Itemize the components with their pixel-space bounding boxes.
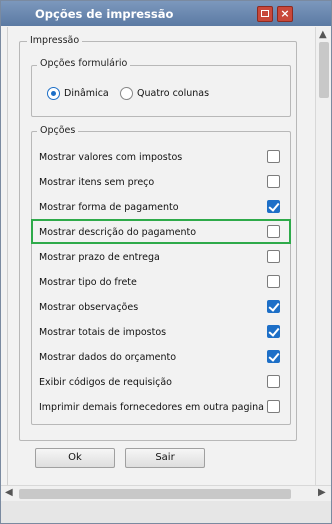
- radio-quatro-colunas-label: Quatro colunas: [137, 88, 210, 99]
- ok-button[interactable]: Ok: [35, 448, 115, 468]
- option-label: Mostrar observações: [39, 302, 139, 313]
- option-demais-fornecedores[interactable]: Imprimir demais fornecedores em outra pa…: [39, 400, 285, 416]
- option-label: Imprimir demais fornecedores em outra pa…: [39, 402, 264, 413]
- radio-dinamica-indicator[interactable]: [47, 87, 60, 100]
- close-icon: ×: [280, 7, 290, 20]
- radio-quatro-colunas[interactable]: Quatro colunas: [120, 87, 209, 100]
- option-label: Mostrar dados do orçamento: [39, 352, 177, 363]
- radio-dinamica[interactable]: Dinâmica: [47, 87, 109, 100]
- option-observacoes[interactable]: Mostrar observações: [39, 300, 285, 316]
- option-tipo-do-frete[interactable]: Mostrar tipo do frete: [39, 275, 285, 291]
- title-bar[interactable]: Opções de impressão ×: [1, 1, 331, 26]
- option-checkbox[interactable]: [267, 300, 280, 313]
- highlight-box: [31, 219, 291, 244]
- option-checkbox[interactable]: [267, 375, 280, 388]
- close-button[interactable]: ×: [277, 6, 293, 22]
- option-label: Exibir códigos de requisição: [39, 377, 172, 388]
- option-label: Mostrar totais de impostos: [39, 327, 167, 338]
- option-forma-de-pagamento[interactable]: Mostrar forma de pagamento: [39, 200, 285, 216]
- scroll-up-icon[interactable]: ▲: [319, 29, 327, 40]
- radio-dinamica-label: Dinâmica: [64, 88, 109, 99]
- option-label: Mostrar valores com impostos: [39, 152, 183, 163]
- option-checkbox[interactable]: [267, 275, 280, 288]
- sair-button[interactable]: Sair: [125, 448, 205, 468]
- opcoes-group-label: Opções: [37, 125, 79, 136]
- option-checkbox[interactable]: [267, 250, 280, 263]
- vertical-scrollbar[interactable]: ▲: [315, 27, 331, 485]
- print-options-window: Opções de impressão × Impressão Opções f…: [0, 0, 332, 524]
- option-dados-do-orcamento[interactable]: Mostrar dados do orçamento: [39, 350, 285, 366]
- option-codigos-de-requisicao[interactable]: Exibir códigos de requisição: [39, 375, 285, 391]
- option-itens-sem-preco[interactable]: Mostrar itens sem preço: [39, 175, 285, 191]
- option-label: Mostrar tipo do frete: [39, 277, 137, 288]
- radio-quatro-colunas-indicator[interactable]: [120, 87, 133, 100]
- option-checkbox[interactable]: [267, 150, 280, 163]
- option-valores-com-impostos[interactable]: Mostrar valores com impostos: [39, 150, 285, 166]
- option-label: Mostrar forma de pagamento: [39, 202, 179, 213]
- formulario-group-label: Opções formulário: [37, 58, 131, 69]
- impressao-group-label: Impressão: [27, 35, 83, 46]
- vertical-scroll-thumb[interactable]: [319, 42, 329, 98]
- option-checkbox[interactable]: [267, 350, 280, 363]
- option-checkbox[interactable]: [267, 200, 280, 213]
- option-checkbox[interactable]: [267, 400, 280, 413]
- option-label: Mostrar itens sem preço: [39, 177, 155, 188]
- maximize-icon: [261, 10, 269, 17]
- horizontal-scroll-thumb[interactable]: [19, 489, 291, 499]
- maximize-button[interactable]: [257, 6, 273, 22]
- scroll-left-icon[interactable]: ◀: [5, 487, 13, 498]
- option-prazo-de-entrega[interactable]: Mostrar prazo de entrega: [39, 250, 285, 266]
- option-checkbox[interactable]: [267, 175, 280, 188]
- option-totais-de-impostos[interactable]: Mostrar totais de impostos: [39, 325, 285, 341]
- window-title: Opções de impressão: [35, 7, 174, 21]
- horizontal-scrollbar[interactable]: ◀ ▶: [1, 485, 331, 501]
- option-label: Mostrar prazo de entrega: [39, 252, 160, 263]
- scroll-right-icon[interactable]: ▶: [318, 487, 326, 498]
- option-checkbox[interactable]: [267, 325, 280, 338]
- footer-strip: [1, 501, 331, 523]
